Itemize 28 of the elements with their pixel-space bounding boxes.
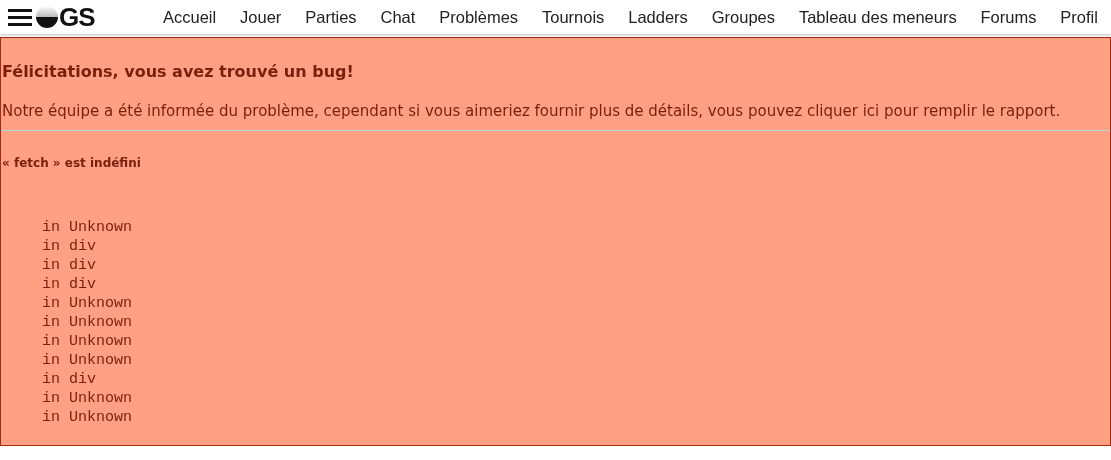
stack-trace-line: in Unknown [42, 218, 133, 237]
stack-trace-line: in Unknown [42, 389, 133, 408]
logo-text[interactable]: GS [59, 1, 95, 33]
nav-link[interactable]: Chat [380, 7, 416, 27]
nav-link[interactable]: Tournois [541, 7, 605, 27]
stack-trace-line: in Unknown [42, 294, 133, 313]
stack-trace-line: in div [42, 256, 97, 275]
stack-trace-line: in div [42, 275, 97, 294]
nav-link[interactable]: Problèmes [439, 7, 519, 27]
nav-link[interactable]: Profil [1060, 7, 1098, 27]
nav-link[interactable]: Accueil [163, 7, 217, 27]
nav-link[interactable]: Forums [980, 7, 1037, 27]
nav-link[interactable]: Groupes [711, 7, 775, 27]
nav-link[interactable]: Ladders [628, 7, 688, 27]
menu-icon[interactable] [8, 7, 32, 27]
stack-trace-line: in Unknown [42, 332, 133, 351]
error-title: Félicitations, vous avez trouvé un bug! [2, 62, 355, 81]
stone-logo-icon [35, 5, 59, 29]
stack-trace-line: in Unknown [42, 408, 133, 427]
error-message: Notre équipe a été informée du problème, cependant si vous aimeriez fournir plus de détails, vous pouvez cliquer ici pour remplir le rapport. [2, 102, 1062, 120]
nav-link[interactable]: Parties [305, 7, 357, 27]
stack-trace-line: in Unknown [42, 351, 133, 370]
stack-trace-line: in Unknown [42, 313, 133, 332]
nav-link[interactable]: Tableau des meneurs [798, 7, 957, 27]
nav-link[interactable]: Jouer [240, 7, 282, 27]
stack-trace-line: in div [42, 237, 97, 256]
exception-text: « fetch » est indéfini [2, 156, 142, 170]
stack-trace-line: in div [42, 370, 97, 389]
